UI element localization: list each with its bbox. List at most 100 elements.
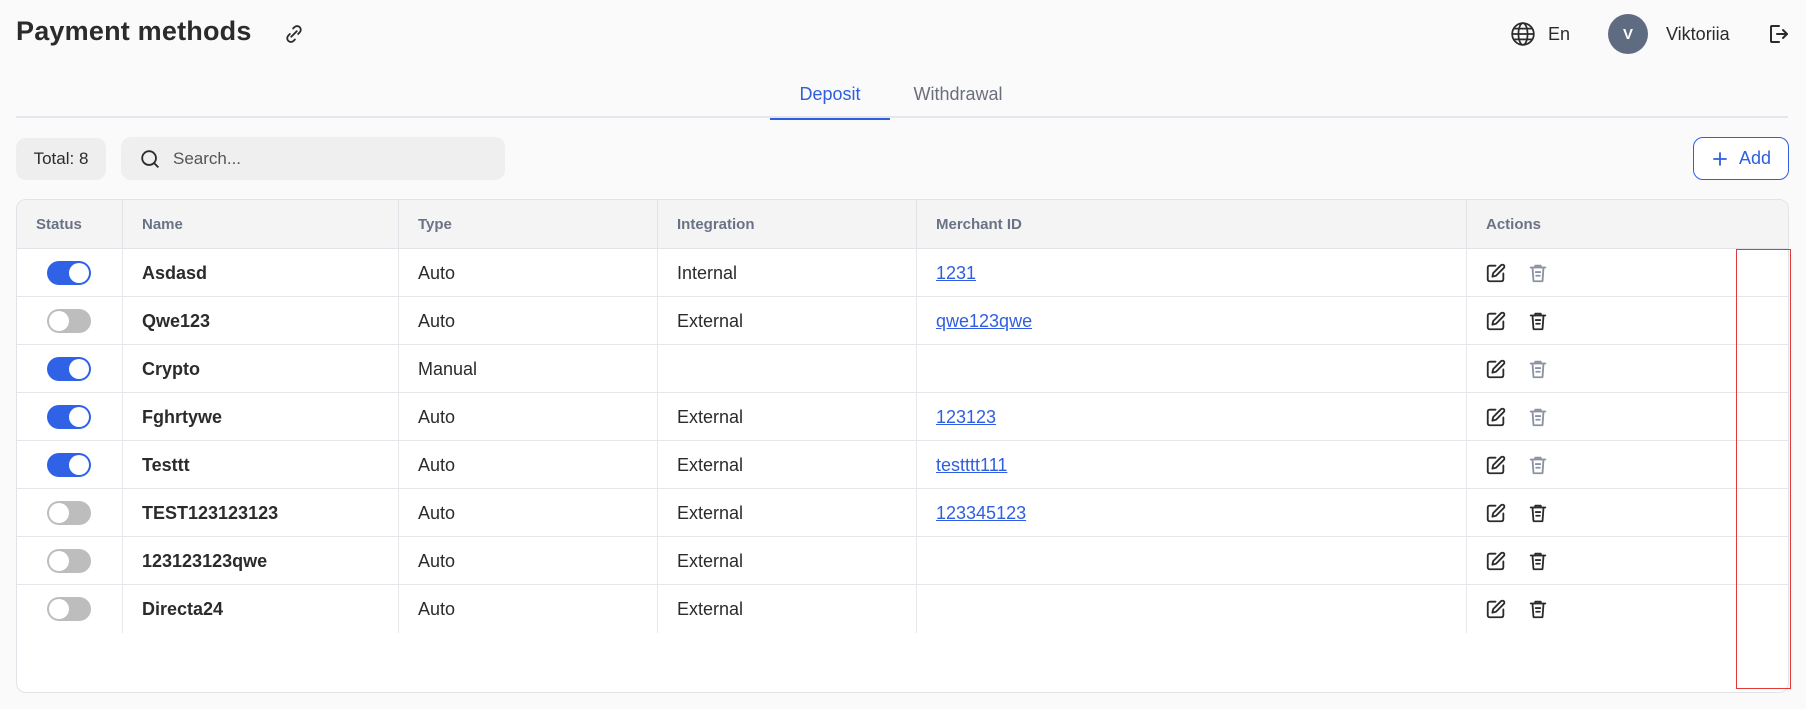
column-header-actions: Actions xyxy=(1486,216,1542,233)
edit-button[interactable] xyxy=(1483,404,1509,430)
table-row: Fghrtywe Auto External 123123 xyxy=(17,393,1788,441)
user-menu[interactable]: V Viktoriia xyxy=(1608,14,1730,54)
integration-cell: External xyxy=(658,585,917,633)
payment-methods-page: Payment methods En V Viktoriia Deposit W… xyxy=(16,0,1791,709)
name-cell: 123123123qwe xyxy=(123,537,399,585)
delete-button[interactable] xyxy=(1525,404,1551,430)
status-toggle[interactable] xyxy=(47,453,91,477)
delete-button[interactable] xyxy=(1525,356,1551,382)
name-cell: Qwe123 xyxy=(123,297,399,345)
logout-button[interactable] xyxy=(1764,20,1792,48)
integration-cell: External xyxy=(658,537,917,585)
status-toggle[interactable] xyxy=(47,549,91,573)
actions-cell xyxy=(1467,537,1788,585)
tab-withdrawal[interactable]: Withdrawal xyxy=(898,84,1018,118)
type-cell: Manual xyxy=(399,345,658,393)
merchant-id-link[interactable]: qwe123qwe xyxy=(936,311,1032,332)
copy-link-button[interactable] xyxy=(278,18,310,50)
type-cell: Auto xyxy=(399,489,658,537)
link-icon xyxy=(286,25,302,43)
trash-icon xyxy=(1529,360,1547,379)
edit-button[interactable] xyxy=(1483,260,1509,286)
edit-icon xyxy=(1486,599,1506,619)
column-header-merchant-id[interactable]: Merchant ID xyxy=(917,200,1467,249)
merchant-id-link[interactable]: 123123 xyxy=(936,407,996,428)
type-cell: Auto xyxy=(399,297,658,345)
edit-icon xyxy=(1486,503,1506,523)
name-cell: Asdasd xyxy=(123,249,399,297)
type-cell: Auto xyxy=(399,585,658,633)
column-header-name[interactable]: Name xyxy=(123,200,399,249)
status-toggle[interactable] xyxy=(47,501,91,525)
table-row: TEST123123123 Auto External 123345123 xyxy=(17,489,1788,537)
name-cell: Directa24 xyxy=(123,585,399,633)
merchant-id-link[interactable]: 123345123 xyxy=(936,503,1026,524)
delete-button[interactable] xyxy=(1525,308,1551,334)
merchant-id-cell xyxy=(917,585,1467,633)
edit-button[interactable] xyxy=(1483,596,1509,622)
type-cell: Auto xyxy=(399,393,658,441)
column-header-type[interactable]: Type xyxy=(399,200,658,249)
search-input[interactable] xyxy=(173,148,493,169)
status-cell xyxy=(17,297,123,345)
status-toggle[interactable] xyxy=(47,261,91,285)
delete-button[interactable] xyxy=(1525,548,1551,574)
search-box xyxy=(121,137,505,180)
status-cell xyxy=(17,441,123,489)
language-selector[interactable]: En xyxy=(1510,18,1570,50)
status-toggle[interactable] xyxy=(47,597,91,621)
status-cell xyxy=(17,249,123,297)
merchant-id-cell: testttt111 xyxy=(917,441,1467,489)
delete-button[interactable] xyxy=(1525,500,1551,526)
total-count-badge: Total: 8 xyxy=(16,138,106,180)
table-header: Status Name Type Integration Merchant ID… xyxy=(17,200,1788,249)
edit-button[interactable] xyxy=(1483,356,1509,382)
integration-cell: External xyxy=(658,297,917,345)
actions-cell xyxy=(1467,249,1788,297)
name-cell: Crypto xyxy=(123,345,399,393)
integration-cell xyxy=(658,345,917,393)
delete-button[interactable] xyxy=(1525,452,1551,478)
status-toggle[interactable] xyxy=(47,309,91,333)
merchant-id-cell xyxy=(917,345,1467,393)
edit-icon xyxy=(1486,359,1506,379)
table-row: Crypto Manual xyxy=(17,345,1788,393)
page-title: Payment methods xyxy=(16,16,252,46)
actions-cell xyxy=(1467,345,1788,393)
delete-button[interactable] xyxy=(1525,260,1551,286)
edit-icon xyxy=(1486,311,1506,331)
actions-cell xyxy=(1467,393,1788,441)
edit-button[interactable] xyxy=(1483,500,1509,526)
status-cell xyxy=(17,585,123,633)
column-header-status[interactable]: Status xyxy=(17,200,123,249)
edit-icon xyxy=(1486,455,1506,475)
trash-icon xyxy=(1529,408,1547,427)
actions-cell xyxy=(1467,297,1788,345)
column-header-integration[interactable]: Integration xyxy=(658,200,917,249)
table-row: Asdasd Auto Internal 1231 xyxy=(17,249,1788,297)
integration-cell: External xyxy=(658,441,917,489)
status-toggle[interactable] xyxy=(47,405,91,429)
status-toggle[interactable] xyxy=(47,357,91,381)
delete-button[interactable] xyxy=(1525,596,1551,622)
add-button[interactable]: Add xyxy=(1693,137,1789,180)
name-cell: Fghrtywe xyxy=(123,393,399,441)
table-row: Directa24 Auto External xyxy=(17,585,1788,633)
avatar: V xyxy=(1608,14,1648,54)
type-cell: Auto xyxy=(399,441,658,489)
edit-button[interactable] xyxy=(1483,452,1509,478)
actions-cell xyxy=(1467,441,1788,489)
edit-button[interactable] xyxy=(1483,308,1509,334)
status-cell xyxy=(17,489,123,537)
merchant-id-cell: 123123 xyxy=(917,393,1467,441)
tab-deposit[interactable]: Deposit xyxy=(770,84,890,120)
payment-methods-table: Status Name Type Integration Merchant ID… xyxy=(16,199,1789,693)
merchant-id-link[interactable]: 1231 xyxy=(936,263,976,284)
add-button-label: Add xyxy=(1738,148,1772,168)
integration-cell: External xyxy=(658,393,917,441)
merchant-id-link[interactable]: testttt111 xyxy=(936,455,1007,476)
search-icon xyxy=(141,149,159,168)
merchant-id-cell: 123345123 xyxy=(917,489,1467,537)
type-cell: Auto xyxy=(399,249,658,297)
edit-button[interactable] xyxy=(1483,548,1509,574)
